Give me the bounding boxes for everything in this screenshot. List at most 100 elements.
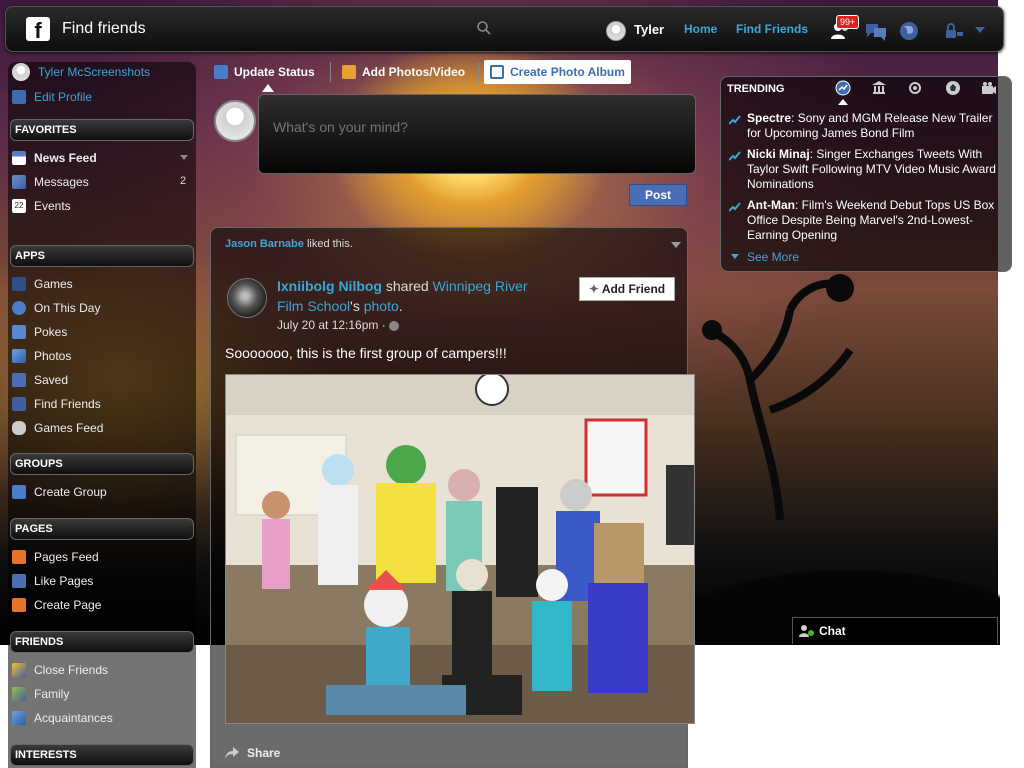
sidebar-item-like-pages[interactable]: Like Pages <box>12 571 93 591</box>
events-icon: 22 <box>12 199 26 213</box>
sidebar-item-find-friends[interactable]: Find Friends <box>12 394 101 414</box>
profile-avatar-icon <box>12 63 30 81</box>
story-meta: July 20 at 12:16pm · <box>277 318 400 332</box>
share-arrow-icon <box>225 747 239 759</box>
sidebar-item-create-group[interactable]: Create Group <box>12 482 107 502</box>
see-more-link[interactable]: See More <box>747 250 799 264</box>
messages-count: 2 <box>180 175 187 187</box>
sports-icon[interactable] <box>945 80 961 96</box>
chat-label: Chat <box>819 624 846 638</box>
trending-panel: TRENDING Spectre: Sony and MGM Release N… <box>720 76 1012 272</box>
sidebar-profile-name: Tyler McScreenshots <box>38 65 151 79</box>
user-avatar[interactable] <box>606 21 626 41</box>
author-name-link[interactable]: Ixniibolg Nilbog <box>277 278 382 294</box>
sidebar-item-label: Find Friends <box>34 397 101 411</box>
composer-avatar <box>214 100 256 142</box>
facebook-logo-icon[interactable]: f <box>26 17 50 41</box>
sidebar-item-photos[interactable]: Photos <box>12 346 71 366</box>
sidebar-item-saved[interactable]: Saved <box>12 370 68 390</box>
left-sidebar: Tyler McScreenshots Edit Profile FAVORIT… <box>8 62 196 768</box>
shared-text: shared <box>385 278 429 294</box>
sidebar-item-family[interactable]: Family <box>12 684 69 704</box>
sidebar-item-label: Create Group <box>34 485 107 499</box>
trending-arrow-icon <box>729 151 741 161</box>
sidebar-item-games[interactable]: Games <box>12 274 73 294</box>
tab-create-photo-album[interactable]: Create Photo Album <box>484 60 631 84</box>
user-profile-link[interactable]: Tyler <box>634 22 664 37</box>
top-navigation-bar: f Find friends Tyler Home Find Friends 9… <box>5 6 1004 52</box>
sidebar-item-news-feed[interactable]: News Feed <box>12 148 97 168</box>
sidebar-item-label: News Feed <box>34 151 97 165</box>
account-settings-chevron-icon[interactable] <box>974 25 986 35</box>
composer-tab-pointer <box>262 84 274 92</box>
chat-sidebar-toggle[interactable]: Chat <box>792 617 998 644</box>
family-icon <box>12 687 26 701</box>
context-text: liked this. <box>306 238 353 250</box>
news-feed-options-icon[interactable] <box>180 155 188 160</box>
post-button[interactable]: Post <box>629 184 687 206</box>
sidebar-item-close-friends[interactable]: Close Friends <box>12 660 108 680</box>
story-text: Sooooooo, this is the first group of cam… <box>225 345 507 361</box>
news-feed-icon <box>12 151 26 165</box>
status-composer[interactable] <box>258 94 696 174</box>
status-input[interactable] <box>273 119 673 135</box>
trending-item[interactable]: Ant-Man: Film's Weekend Debut Tops US Bo… <box>747 198 997 243</box>
add-friend-button[interactable]: ✦ Add Friend <box>579 277 675 301</box>
tab-add-photos-label: Add Photos/Video <box>362 65 466 79</box>
chat-people-icon <box>799 625 814 637</box>
sidebar-item-events[interactable]: 22 Events <box>12 196 71 216</box>
games-icon <box>12 277 26 291</box>
sidebar-item-messages[interactable]: Messages <box>12 172 89 192</box>
sidebar-item-on-this-day[interactable]: On This Day <box>12 298 100 318</box>
groups-header: GROUPS <box>10 453 194 475</box>
trending-topic: Ant-Man <box>747 198 795 212</box>
search-input[interactable]: Find friends <box>62 16 502 42</box>
messages-icon[interactable] <box>864 21 888 41</box>
possessive-text: 's <box>350 298 360 314</box>
sidebar-edit-profile[interactable]: Edit Profile <box>12 87 92 107</box>
sidebar-item-pokes[interactable]: Pokes <box>12 322 67 342</box>
sidebar-item-label: Acquaintances <box>34 711 113 725</box>
games-feed-icon <box>12 421 26 435</box>
nav-home-link[interactable]: Home <box>684 22 717 36</box>
trending-item[interactable]: Nicki Minaj: Singer Exchanges Tweets Wit… <box>747 147 997 192</box>
story-photo[interactable] <box>225 374 695 724</box>
see-more-chevron-icon <box>731 254 739 259</box>
sidebar-item-label: Pages Feed <box>34 550 99 564</box>
tab-create-album-label: Create Photo Album <box>510 65 625 79</box>
sidebar-item-acquaintances[interactable]: Acquaintances <box>12 708 113 728</box>
sidebar-profile-link[interactable]: Tyler McScreenshots <box>12 62 150 82</box>
story-timestamp[interactable]: July 20 at 12:16pm <box>277 318 378 332</box>
campers-photo-image <box>226 375 694 723</box>
sidebar-item-create-page[interactable]: Create Page <box>12 595 101 615</box>
add-friend-label: Add Friend <box>601 282 666 296</box>
trending-topic: Spectre <box>747 111 792 125</box>
trending-item[interactable]: Spectre: Sony and MGM Release New Traile… <box>747 111 997 141</box>
photo-link[interactable]: photo <box>364 298 399 314</box>
tab-add-photos[interactable]: Add Photos/Video <box>342 60 465 84</box>
story-header: Ixniibolg Nilbog shared Winnipeg River F… <box>277 276 557 316</box>
sidebar-item-label: Like Pages <box>34 574 94 588</box>
share-button[interactable]: Share <box>225 746 280 760</box>
create-page-icon <box>12 598 26 612</box>
story-options-chevron-icon[interactable] <box>671 242 681 248</box>
top-trends-icon[interactable] <box>835 80 851 96</box>
pencil-icon <box>214 65 228 79</box>
politics-icon[interactable] <box>871 80 887 96</box>
privacy-shortcuts-icon[interactable] <box>944 23 964 39</box>
tab-update-status[interactable]: Update Status <box>214 60 315 84</box>
entertainment-icon[interactable] <box>981 80 997 96</box>
sidebar-item-games-feed[interactable]: Games Feed <box>12 418 103 438</box>
author-avatar[interactable] <box>227 278 267 318</box>
context-actor-link[interactable]: Jason Barnabe <box>225 238 304 250</box>
sidebar-item-label: Pokes <box>34 325 68 339</box>
pencil-icon <box>12 90 26 104</box>
science-tech-icon[interactable] <box>907 80 923 96</box>
nav-find-friends-link[interactable]: Find Friends <box>736 22 808 36</box>
globe-notifications-icon[interactable] <box>898 20 920 42</box>
sidebar-item-label: Games <box>34 277 73 291</box>
sidebar-item-pages-feed[interactable]: Pages Feed <box>12 547 99 567</box>
search-icon[interactable] <box>476 20 492 36</box>
create-group-icon <box>12 485 26 499</box>
trending-tab-pointer <box>838 99 848 105</box>
